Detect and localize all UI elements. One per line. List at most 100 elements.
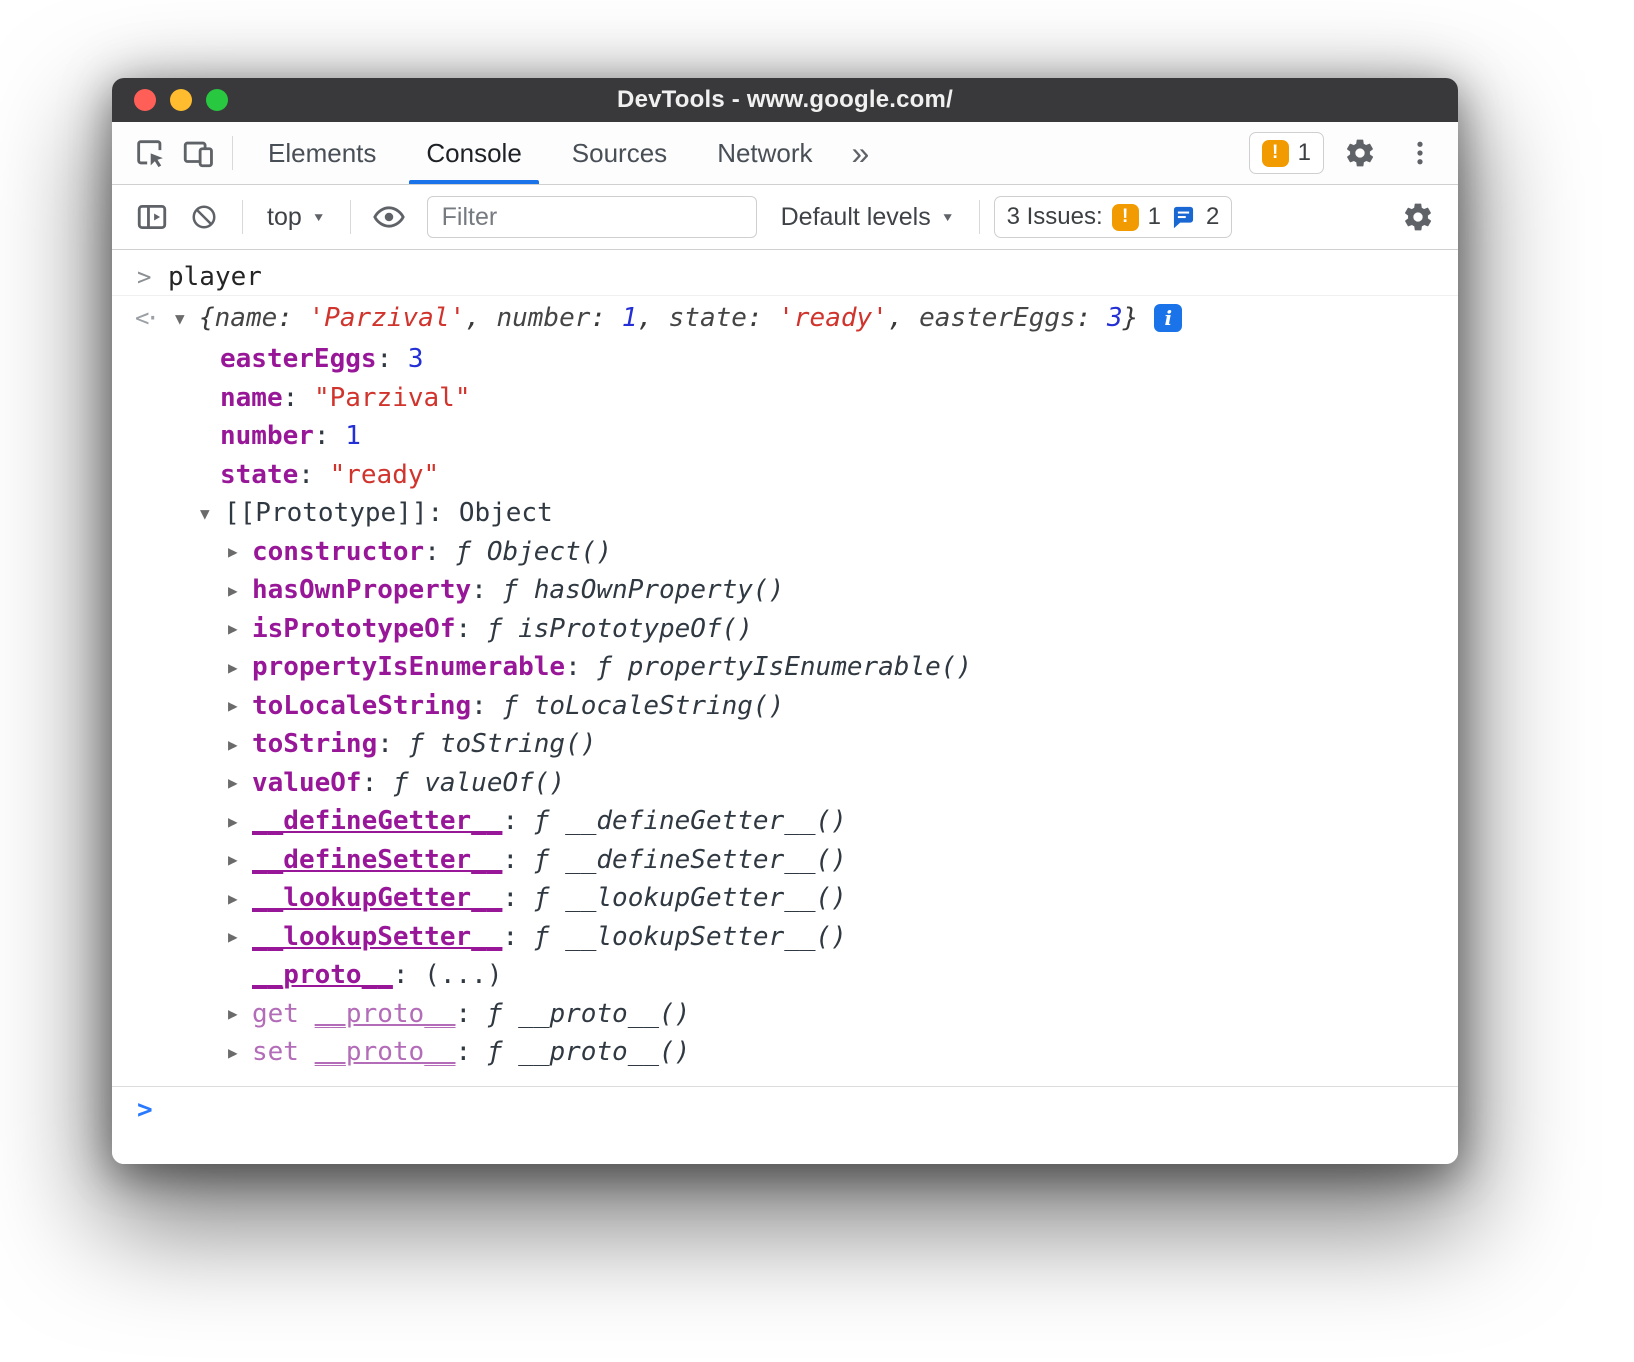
- clear-console-button[interactable]: [180, 202, 228, 232]
- token: name: [220, 383, 283, 413]
- console-sidebar-toggle[interactable]: [128, 200, 176, 234]
- expander-right-icon[interactable]: ▶: [228, 850, 252, 869]
- token: state: [220, 460, 298, 490]
- console-row-prop: __proto__: (...): [112, 956, 1458, 995]
- expander-right-icon[interactable]: ▶: [228, 696, 252, 715]
- token: __defineGetter__: [252, 806, 502, 836]
- colon-separator: :: [428, 498, 459, 528]
- colon-separator: :: [314, 421, 345, 451]
- colon-separator: :: [471, 575, 502, 605]
- kebab-menu-button[interactable]: [1396, 138, 1444, 168]
- console-row-prop[interactable]: ▶get __proto__: ƒ __proto__(): [112, 995, 1458, 1034]
- property-name: name: [220, 383, 283, 413]
- issue-error-count: 1: [1148, 203, 1161, 231]
- zoom-button[interactable]: [206, 89, 228, 111]
- device-toolbar-button[interactable]: [174, 122, 222, 184]
- console-row-prop[interactable]: ▶set __proto__: ƒ __proto__(): [112, 1033, 1458, 1072]
- object-preview[interactable]: {name: 'Parzival', number: 1, state: 're…: [199, 303, 1138, 333]
- console-row-prop[interactable]: ▶valueOf: ƒ valueOf(): [112, 764, 1458, 803]
- property-value: ƒ __lookupSetter__(): [534, 922, 847, 952]
- expander-right-icon[interactable]: ▶: [228, 1043, 252, 1062]
- expander-right-icon[interactable]: ▶: [228, 1004, 252, 1023]
- log-level-dropdown[interactable]: Default levels ▼: [771, 203, 965, 232]
- console-row-result[interactable]: <·▼{name: 'Parzival', number: 1, state: …: [112, 296, 1458, 340]
- token: {: [199, 303, 215, 333]
- console-prompt[interactable]: >: [112, 1086, 1458, 1134]
- console-row-prop[interactable]: ▶__lookupGetter__: ƒ __lookupGetter__(): [112, 879, 1458, 918]
- colon-separator: :: [456, 1037, 487, 1067]
- expander-right-icon[interactable]: ▶: [228, 619, 252, 638]
- token: ,: [637, 303, 668, 333]
- tab-label: Elements: [268, 138, 376, 169]
- property-value: "ready": [330, 460, 440, 490]
- tab-console[interactable]: Console: [401, 122, 546, 184]
- token: ƒ: [534, 806, 565, 836]
- property-name: __lookupGetter__: [252, 883, 502, 913]
- token: __lookupSetter__: [252, 922, 502, 952]
- console-row-prop: name: "Parzival": [112, 379, 1458, 418]
- console-row-prop[interactable]: ▶toLocaleString: ƒ toLocaleString(): [112, 687, 1458, 726]
- token: toLocaleString: [252, 691, 471, 721]
- settings-gear-button[interactable]: [1336, 137, 1384, 169]
- colon-separator: :: [377, 729, 408, 759]
- token: propertyIsEnumerable(): [628, 652, 972, 682]
- console-row-prop[interactable]: ▶__lookupSetter__: ƒ __lookupSetter__(): [112, 918, 1458, 957]
- expander-right-icon[interactable]: ▶: [228, 735, 252, 754]
- tab-sources[interactable]: Sources: [547, 122, 692, 184]
- create-live-expression-button[interactable]: [365, 200, 413, 234]
- minimize-button[interactable]: [170, 89, 192, 111]
- console-row-prop[interactable]: ▼[[Prototype]]: Object: [112, 494, 1458, 533]
- expander-right-icon[interactable]: ▶: [228, 542, 252, 561]
- token: ƒ: [393, 768, 424, 798]
- property-name: hasOwnProperty: [252, 575, 471, 605]
- property-name: __defineSetter__: [252, 845, 502, 875]
- property-value: ƒ propertyIsEnumerable(): [596, 652, 972, 682]
- context-label: top: [267, 203, 302, 232]
- console-messages: >player<·▼{name: 'Parzival', number: 1, …: [112, 250, 1458, 1072]
- expander-right-icon[interactable]: ▶: [228, 773, 252, 792]
- property-value: ƒ __defineGetter__(): [534, 806, 847, 836]
- token: number: [496, 303, 590, 333]
- token: 3: [1107, 303, 1123, 333]
- colon-separator: :: [283, 383, 314, 413]
- filter-input[interactable]: [427, 196, 757, 238]
- console-row-prop[interactable]: ▶isPrototypeOf: ƒ isPrototypeOf(): [112, 610, 1458, 649]
- expander-right-icon[interactable]: ▶: [228, 889, 252, 908]
- console-settings-button[interactable]: [1394, 201, 1442, 233]
- colon-separator: :: [362, 768, 393, 798]
- colon-separator: :: [502, 845, 533, 875]
- property-value: ƒ __defineSetter__(): [534, 845, 847, 875]
- colon-separator: :: [393, 960, 424, 990]
- console-row-prop[interactable]: ▶__defineGetter__: ƒ __defineGetter__(): [112, 802, 1458, 841]
- execution-context-dropdown[interactable]: top ▼: [257, 203, 336, 232]
- colon-separator: :: [565, 652, 596, 682]
- console-row-prop[interactable]: ▶__defineSetter__: ƒ __defineSetter__(): [112, 841, 1458, 880]
- token: ƒ: [534, 845, 565, 875]
- token: constructor: [252, 537, 424, 567]
- console-row-prop[interactable]: ▶hasOwnProperty: ƒ hasOwnProperty(): [112, 571, 1458, 610]
- expander-down-icon[interactable]: ▼: [175, 309, 199, 328]
- property-value: ƒ __proto__(): [487, 1037, 691, 1067]
- console-row-prop[interactable]: ▶toString: ƒ toString(): [112, 725, 1458, 764]
- more-tabs-button[interactable]: »: [838, 122, 884, 184]
- property-value: ƒ hasOwnProperty(): [502, 575, 784, 605]
- expander-right-icon[interactable]: ▶: [228, 812, 252, 831]
- property-name: set __proto__: [252, 1037, 456, 1067]
- console-toolbar: top ▼ Default levels ▼ 3 Issues: ! 1: [112, 185, 1458, 250]
- expander-right-icon[interactable]: ▶: [228, 581, 252, 600]
- error-count: 1: [1298, 139, 1311, 167]
- tab-network[interactable]: Network: [692, 122, 837, 184]
- message-bubble-icon: [1170, 204, 1197, 231]
- property-name: propertyIsEnumerable: [252, 652, 565, 682]
- expander-right-icon[interactable]: ▶: [228, 658, 252, 677]
- colon-separator: :: [377, 344, 408, 374]
- expander-down-icon[interactable]: ▼: [200, 504, 224, 523]
- console-row-prop[interactable]: ▶constructor: ƒ Object(): [112, 533, 1458, 572]
- error-count-button[interactable]: ! 1: [1249, 132, 1324, 174]
- close-button[interactable]: [134, 89, 156, 111]
- tab-elements[interactable]: Elements: [243, 122, 401, 184]
- console-row-prop[interactable]: ▶propertyIsEnumerable: ƒ propertyIsEnume…: [112, 648, 1458, 687]
- issues-button[interactable]: 3 Issues: ! 1 2: [994, 196, 1233, 238]
- inspect-element-button[interactable]: [126, 122, 174, 184]
- expander-right-icon[interactable]: ▶: [228, 927, 252, 946]
